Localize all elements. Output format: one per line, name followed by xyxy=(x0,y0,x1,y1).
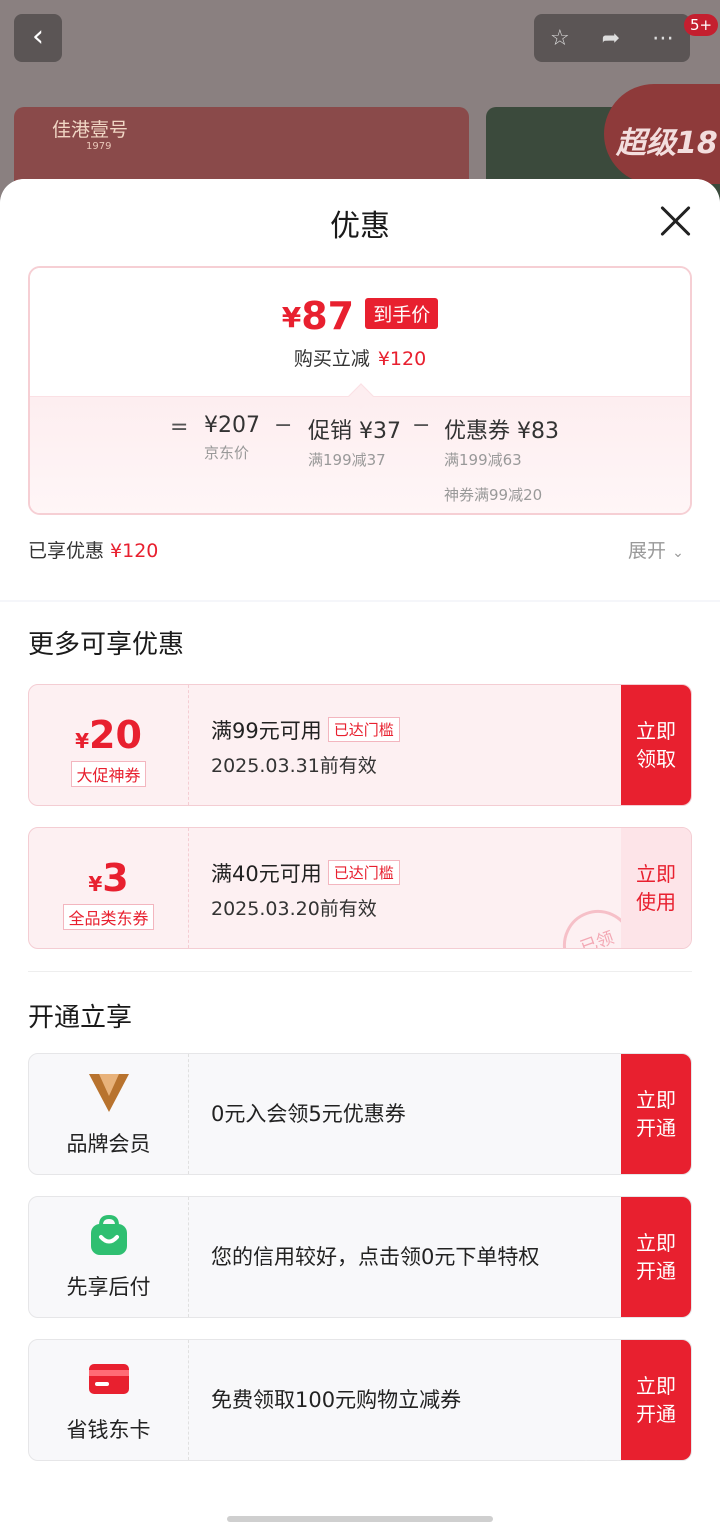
pay-later-icon xyxy=(90,1214,127,1255)
star-icon[interactable]: ☆ xyxy=(550,26,570,51)
final-price: ¥87 到手价 xyxy=(30,294,690,338)
final-price-tag: 到手价 xyxy=(365,298,439,329)
message-badge: 5+ xyxy=(684,14,719,36)
coupon-condition: 满40元可用 xyxy=(211,862,322,886)
top-actions: ☆ ➦ ⋯ xyxy=(534,14,690,62)
background-page: ‹ ☆ ➦ ⋯ 5+ 佳港壹号 1979 超级18 xyxy=(0,0,720,202)
coupon-expiry: 2025.03.31前有效 xyxy=(211,755,377,777)
more-discounts-title: 更多可享优惠 xyxy=(28,630,185,660)
sheet-title: 优惠 xyxy=(330,209,390,244)
equals-sign: = xyxy=(170,415,189,440)
discount-sheet: 优惠 ¥87 到手价 购买立减 ¥120 = ¥207 京东价 − 促销 ¥37… xyxy=(0,179,720,1535)
jd-price: ¥207 京东价 xyxy=(204,413,260,462)
open-pay-later-button[interactable]: 立即 开通 xyxy=(621,1197,691,1317)
benefit-desc: 您的信用较好，点击领0元下单特权 xyxy=(211,1245,540,1269)
more-icon[interactable]: ⋯ xyxy=(652,26,674,51)
saving-card-icon xyxy=(88,1364,129,1394)
home-indicator[interactable] xyxy=(227,1516,493,1522)
banner-year: 1979 xyxy=(86,141,112,152)
watermark-url: zhizhizhi.com xyxy=(578,1510,673,1526)
coupon-type: 大促神券 xyxy=(71,761,146,787)
chevron-down-icon: ⌄ xyxy=(672,545,684,561)
price-card: ¥87 到手价 购买立减 ¥120 = ¥207 京东价 − 促销 ¥37 满19… xyxy=(28,266,692,515)
coupon-discount: 优惠券 ¥83 满199减63 神券满99减20 xyxy=(444,419,559,504)
use-coupon-button[interactable]: 立即 使用 xyxy=(621,828,691,948)
promo-discount: 促销 ¥37 满199减37 xyxy=(308,419,401,469)
coupon-amount: ¥3 xyxy=(88,856,129,900)
brand-member-icon xyxy=(88,1074,129,1112)
banner-logo: 佳港壹号 xyxy=(52,119,129,141)
final-price-value: 87 xyxy=(301,294,355,338)
open-benefits-title: 开通立享 xyxy=(28,1003,133,1033)
price-section: 优惠 ¥87 到手价 购买立减 ¥120 = ¥207 京东价 − 促销 ¥37… xyxy=(0,179,720,600)
more-discounts-section: 更多可享优惠 ¥20 大促神券 满99元可用 已达门槛 2025.03.31前有效… xyxy=(0,602,720,971)
watermark-logo: 值值值 xyxy=(568,1460,664,1495)
back-button[interactable]: ‹ xyxy=(14,14,62,62)
expand-button[interactable]: 展开 ⌄ xyxy=(628,536,684,563)
claim-coupon-button[interactable]: 立即 领取 xyxy=(621,685,691,805)
price-breakdown: = ¥207 京东价 − 促销 ¥37 满199减37 − 优惠券 ¥83 满1… xyxy=(30,396,690,513)
benefit-card: 品牌会员 0元入会领5元优惠券 立即 开通 xyxy=(28,1053,692,1175)
benefit-desc: 免费领取100元购物立减券 xyxy=(211,1388,462,1412)
coupon-card: ¥20 大促神券 满99元可用 已达门槛 2025.03.31前有效 立即 领取 xyxy=(28,684,692,806)
threshold-badge: 已达门槛 xyxy=(327,717,400,742)
benefit-name: 品牌会员 xyxy=(66,1132,151,1156)
instant-discount: 购买立减 ¥120 xyxy=(293,348,427,370)
close-icon[interactable] xyxy=(658,203,694,239)
divider xyxy=(28,971,692,972)
open-benefits-section: 开通立享 品牌会员 0元入会领5元优惠券 立即 开通 先享后付 您的信用较好，点… xyxy=(0,971,720,1535)
coupon-type: 全品类东券 xyxy=(63,904,154,930)
share-icon[interactable]: ➦ xyxy=(602,26,620,51)
benefit-desc: 0元入会领5元优惠券 xyxy=(211,1102,406,1126)
enjoyed-discount: 已享优惠 ¥120 xyxy=(28,540,159,562)
minus-sign: − xyxy=(274,413,293,438)
benefit-card: 先享后付 您的信用较好，点击领0元下单特权 立即 开通 xyxy=(28,1196,692,1318)
threshold-badge: 已达门槛 xyxy=(327,860,400,885)
coupon-amount: ¥20 xyxy=(75,713,142,757)
minus-sign: − xyxy=(412,413,431,438)
promo-badge: 超级18 xyxy=(604,84,720,184)
open-saving-card-button[interactable]: 立即 开通 xyxy=(621,1340,691,1460)
benefit-card: 省钱东卡 免费领取100元购物立减券 立即 开通 xyxy=(28,1339,692,1461)
coupon-expiry: 2025.03.20前有效 xyxy=(211,898,377,920)
benefit-name: 先享后付 xyxy=(66,1275,151,1299)
open-member-button[interactable]: 立即 开通 xyxy=(621,1054,691,1174)
coupon-card: ¥3 全品类东券 满40元可用 已达门槛 2025.03.20前有效 已领 立即 … xyxy=(28,827,692,949)
benefit-name: 省钱东卡 xyxy=(66,1418,151,1442)
coupon-condition: 满99元可用 xyxy=(211,719,322,743)
